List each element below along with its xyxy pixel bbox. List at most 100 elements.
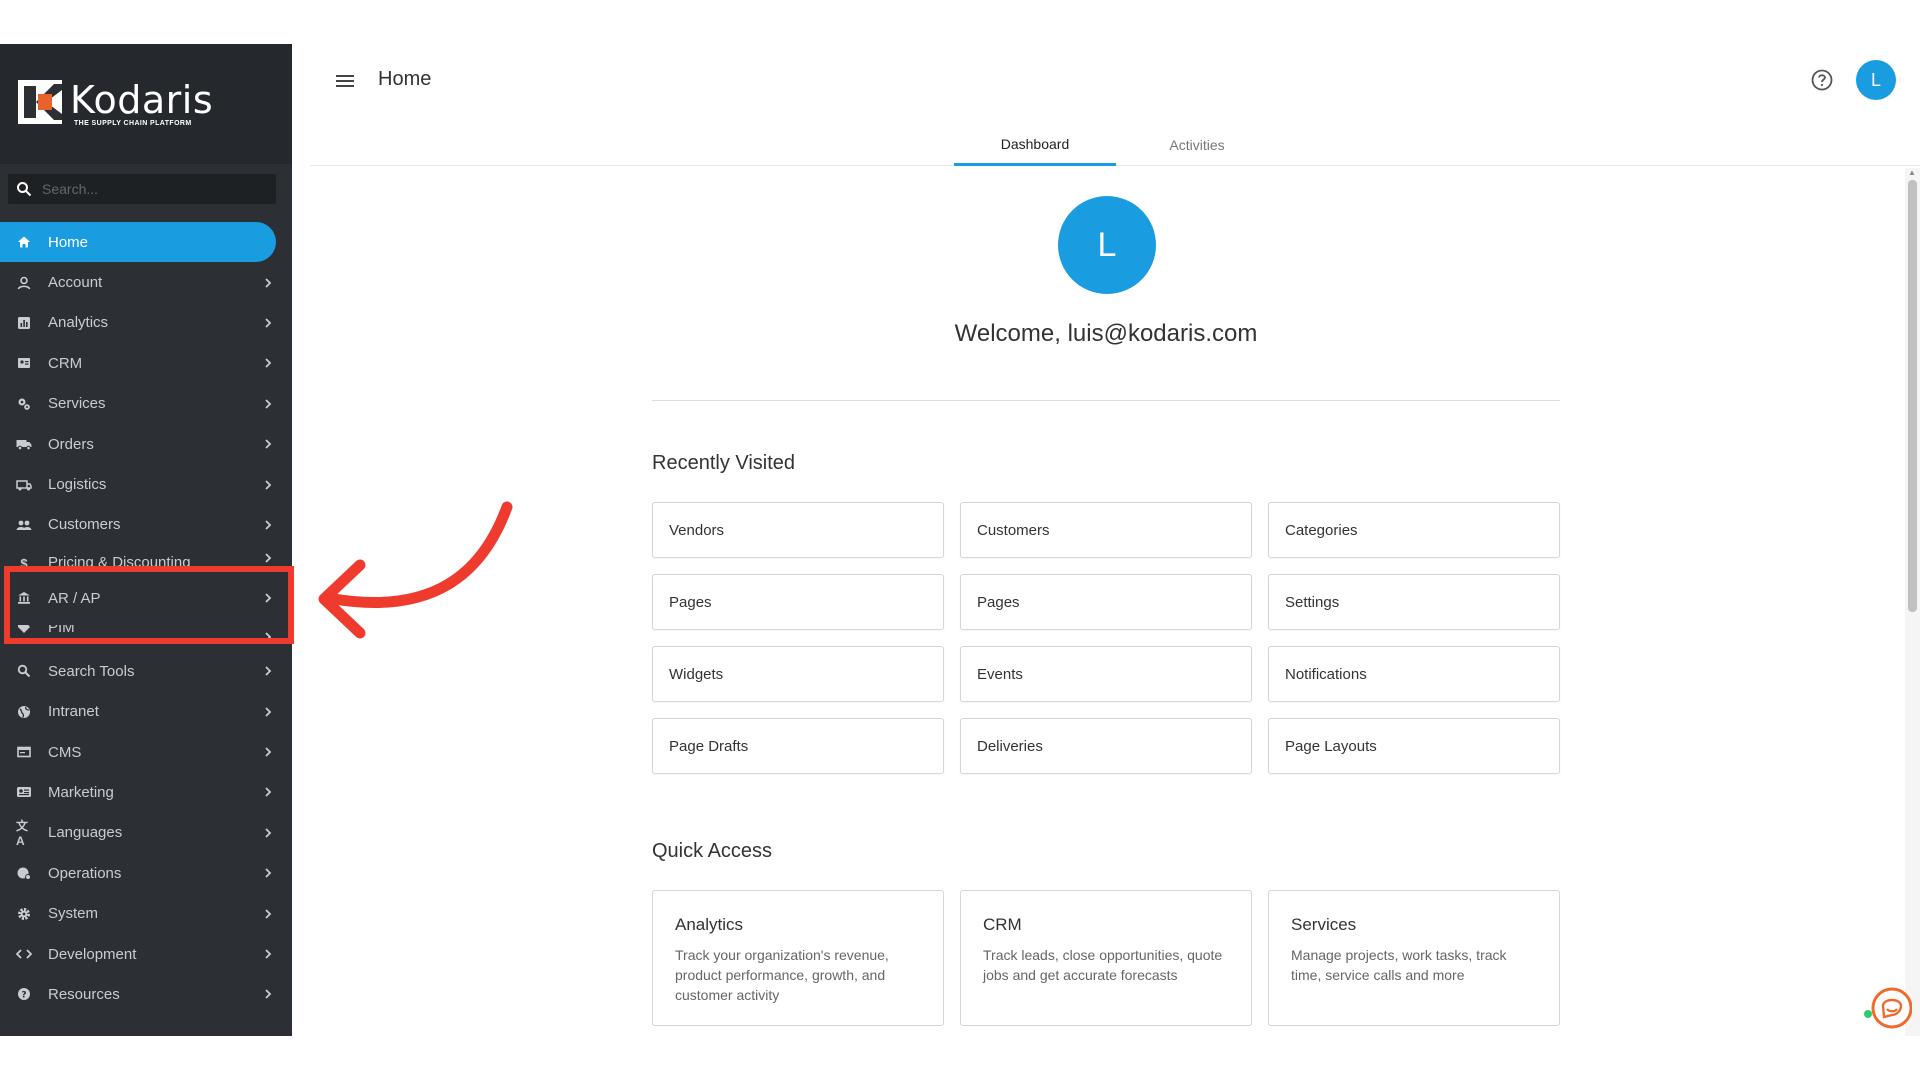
quick-access-card-desc: Manage projects, work tasks, track time,…: [1291, 947, 1507, 983]
recently-visited-grid: Vendors Customers Categories Pages Pages…: [652, 502, 1560, 774]
recent-card[interactable]: Pages: [652, 574, 944, 630]
quick-access-card-title: Services: [1291, 915, 1357, 934]
chevron-right-icon: [265, 632, 272, 642]
sidebar-item-languages[interactable]: 文A Languages: [0, 813, 292, 853]
sidebar-item-label: Intranet: [48, 703, 99, 721]
recent-card[interactable]: Widgets: [652, 646, 944, 702]
tab-bar: Dashboard Activities: [310, 124, 1920, 166]
sidebar-item-label: Operations: [48, 864, 122, 882]
sidebar-item-label: Development: [48, 945, 137, 963]
tag-icon: [16, 625, 32, 635]
sidebar-item-label: System: [48, 905, 99, 923]
recent-card[interactable]: Pages: [960, 574, 1252, 630]
scrollbar[interactable]: ▲: [1905, 168, 1920, 1036]
sidebar-item-pricing[interactable]: $ Pricing & Discounting: [0, 545, 292, 571]
quick-access-card-analytics[interactable]: Analytics Track your organization's reve…: [652, 890, 944, 1026]
search-icon: [17, 182, 32, 197]
sidebar-item-label: Logistics: [48, 476, 107, 494]
sidebar-item-account[interactable]: Account: [0, 262, 292, 302]
bank-icon: [16, 590, 32, 606]
sidebar-search-input[interactable]: [42, 181, 252, 197]
sidebar-item-resources[interactable]: ? Resources: [0, 974, 292, 1014]
sidebar-search[interactable]: [8, 174, 276, 204]
sidebar-item-home[interactable]: Home: [0, 222, 276, 263]
dollar-icon: $: [20, 555, 28, 571]
welcome-message: Welcome, luis@kodaris.com: [954, 320, 1258, 347]
people-icon: [16, 517, 32, 533]
recent-card[interactable]: Vendors: [652, 502, 944, 558]
chevron-right-icon: [265, 593, 272, 603]
sidebar-item-label: Pricing & Discounting: [48, 554, 191, 572]
brand-name: Kodaris: [70, 78, 214, 122]
window-icon: [16, 744, 32, 760]
quick-access-card-crm[interactable]: CRM Track leads, close opportunities, qu…: [960, 890, 1252, 1026]
sidebar-item-development[interactable]: Development: [0, 934, 292, 974]
sidebar-item-analytics[interactable]: Analytics: [0, 303, 292, 343]
recent-card[interactable]: Deliveries: [960, 718, 1252, 774]
megaphone-icon: [16, 784, 32, 800]
chevron-right-icon: [265, 358, 272, 368]
divider: [652, 400, 1560, 401]
sidebar-item-label: Home: [48, 233, 89, 251]
truck-icon: [16, 436, 32, 452]
sidebar-item-orders[interactable]: Orders: [0, 424, 292, 464]
sidebar-item-cms[interactable]: CMS: [0, 732, 292, 772]
sidebar-item-label: Account: [48, 274, 103, 292]
profile-avatar: L: [1058, 196, 1156, 294]
sidebar-item-marketing[interactable]: Marketing: [0, 772, 292, 812]
chevron-right-icon: [265, 949, 272, 959]
tab-dashboard[interactable]: Dashboard: [954, 124, 1116, 166]
recent-card[interactable]: Customers: [960, 502, 1252, 558]
globe-icon: [16, 704, 32, 720]
scrollbar-thumb[interactable]: [1908, 180, 1917, 612]
kodaris-logo-icon: [18, 80, 62, 124]
brand-tagline: THE SUPPLY CHAIN PLATFORM: [74, 120, 192, 127]
delivery-van-icon: [16, 477, 32, 493]
user-avatar[interactable]: L: [1856, 60, 1896, 100]
sidebar-item-crm[interactable]: CRM: [0, 343, 292, 383]
chevron-right-icon: [265, 479, 272, 490]
sidebar-item-label: Orders: [48, 435, 94, 453]
chevron-right-icon: [265, 828, 272, 838]
sidebar-item-pim[interactable]: PIM: [0, 625, 292, 651]
recent-card[interactable]: Notifications: [1268, 646, 1560, 702]
recent-card[interactable]: Settings: [1268, 574, 1560, 630]
recent-card[interactable]: Page Drafts: [652, 718, 944, 774]
sidebar-item-label: Customers: [48, 516, 121, 534]
sidebar-item-intranet[interactable]: Intranet: [0, 692, 292, 732]
sidebar-item-label: CMS: [48, 743, 82, 761]
quick-access-card-services[interactable]: Services Manage projects, work tasks, tr…: [1268, 890, 1560, 1026]
scroll-up-arrow-icon[interactable]: ▲: [1908, 168, 1916, 177]
chevron-right-icon: [265, 399, 272, 409]
sidebar-item-system[interactable]: System: [0, 893, 292, 933]
hamburger-menu-icon[interactable]: [334, 70, 356, 92]
chevron-right-icon: [265, 909, 272, 919]
person-icon: [16, 275, 32, 291]
sidebar-item-search-tools[interactable]: Search Tools: [0, 651, 292, 691]
quick-access-card-desc: Track your organization's revenue, produ…: [675, 947, 889, 1003]
sidebar-item-services[interactable]: Services: [0, 384, 292, 424]
help-icon[interactable]: [1810, 68, 1834, 92]
sidebar-item-label: Search Tools: [48, 662, 135, 680]
tab-activities[interactable]: Activities: [1116, 124, 1278, 166]
recent-card[interactable]: Page Layouts: [1268, 718, 1560, 774]
chevron-right-icon: [265, 707, 272, 717]
sidebar-item-ar-ap[interactable]: AR / AP: [0, 571, 292, 625]
chevron-right-icon: [265, 989, 272, 1000]
chevron-right-icon: [265, 520, 272, 530]
chevron-right-icon: [265, 868, 272, 878]
sidebar-nav: Home Account Analytics CRM Services Orde…: [0, 222, 292, 1015]
sidebar-item-logistics[interactable]: Logistics: [0, 464, 292, 504]
chevron-right-icon: [265, 747, 272, 757]
sidebar-item-customers[interactable]: Customers: [0, 505, 292, 545]
sidebar-item-label: Services: [48, 395, 106, 413]
chat-widget-icon[interactable]: [1862, 984, 1912, 1032]
chevron-right-icon: [265, 666, 272, 676]
recent-card[interactable]: Categories: [1268, 502, 1560, 558]
sidebar-item-label: PIM: [48, 625, 75, 637]
sidebar-item-operations[interactable]: Operations: [0, 853, 292, 893]
chevron-right-icon: [265, 439, 272, 449]
recent-card[interactable]: Events: [960, 646, 1252, 702]
chevron-right-icon: [265, 277, 272, 288]
chevron-right-icon: [265, 318, 272, 328]
